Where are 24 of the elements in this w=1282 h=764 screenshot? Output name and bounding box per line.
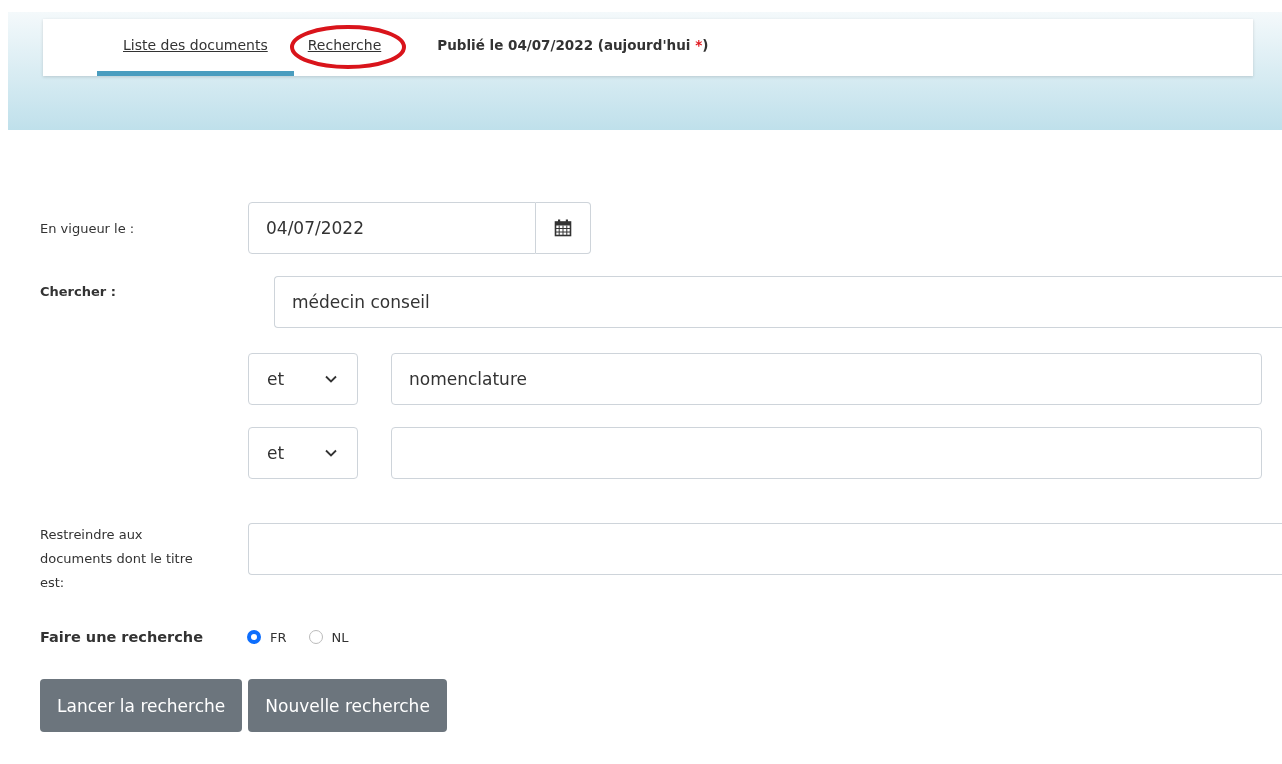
field-label: Chercher : <box>40 283 117 299</box>
field-label: Faire une recherche <box>40 629 204 645</box>
search-field[interactable]: médecin conseil <box>274 276 1282 328</box>
calendar-button[interactable] <box>536 202 591 254</box>
term-field[interactable]: nomenclature <box>391 353 1262 405</box>
term-field[interactable] <box>391 427 1262 479</box>
calendar-icon <box>554 219 572 237</box>
action-button[interactable]: Nouvelle recherche <box>248 679 447 732</box>
chevron-down-icon <box>325 375 337 383</box>
radio-button[interactable] <box>247 630 261 644</box>
chevron-down-icon <box>325 449 337 457</box>
tab[interactable]: Recherche <box>307 19 398 76</box>
radio-button[interactable] <box>308 630 323 644</box>
title-field[interactable] <box>248 523 1282 575</box>
publication-date: Publié le 04/07/2022 (aujourd'hui *) <box>437 37 709 55</box>
operator-dropdown[interactable]: et <box>248 353 358 405</box>
field-label: Restreindre aux documents dont le titre est: <box>40 526 194 592</box>
action-button[interactable]: Lancer la recherche <box>40 679 243 732</box>
operator-dropdown[interactable]: et <box>248 427 358 479</box>
field-label: En vigueur le : <box>40 220 136 236</box>
tab[interactable]: Liste des documents <box>97 19 294 76</box>
language-radio[interactable]: FR <box>247 629 287 645</box>
date-field[interactable]: 04/07/2022 <box>248 202 536 254</box>
language-radio[interactable]: NL <box>308 629 349 645</box>
